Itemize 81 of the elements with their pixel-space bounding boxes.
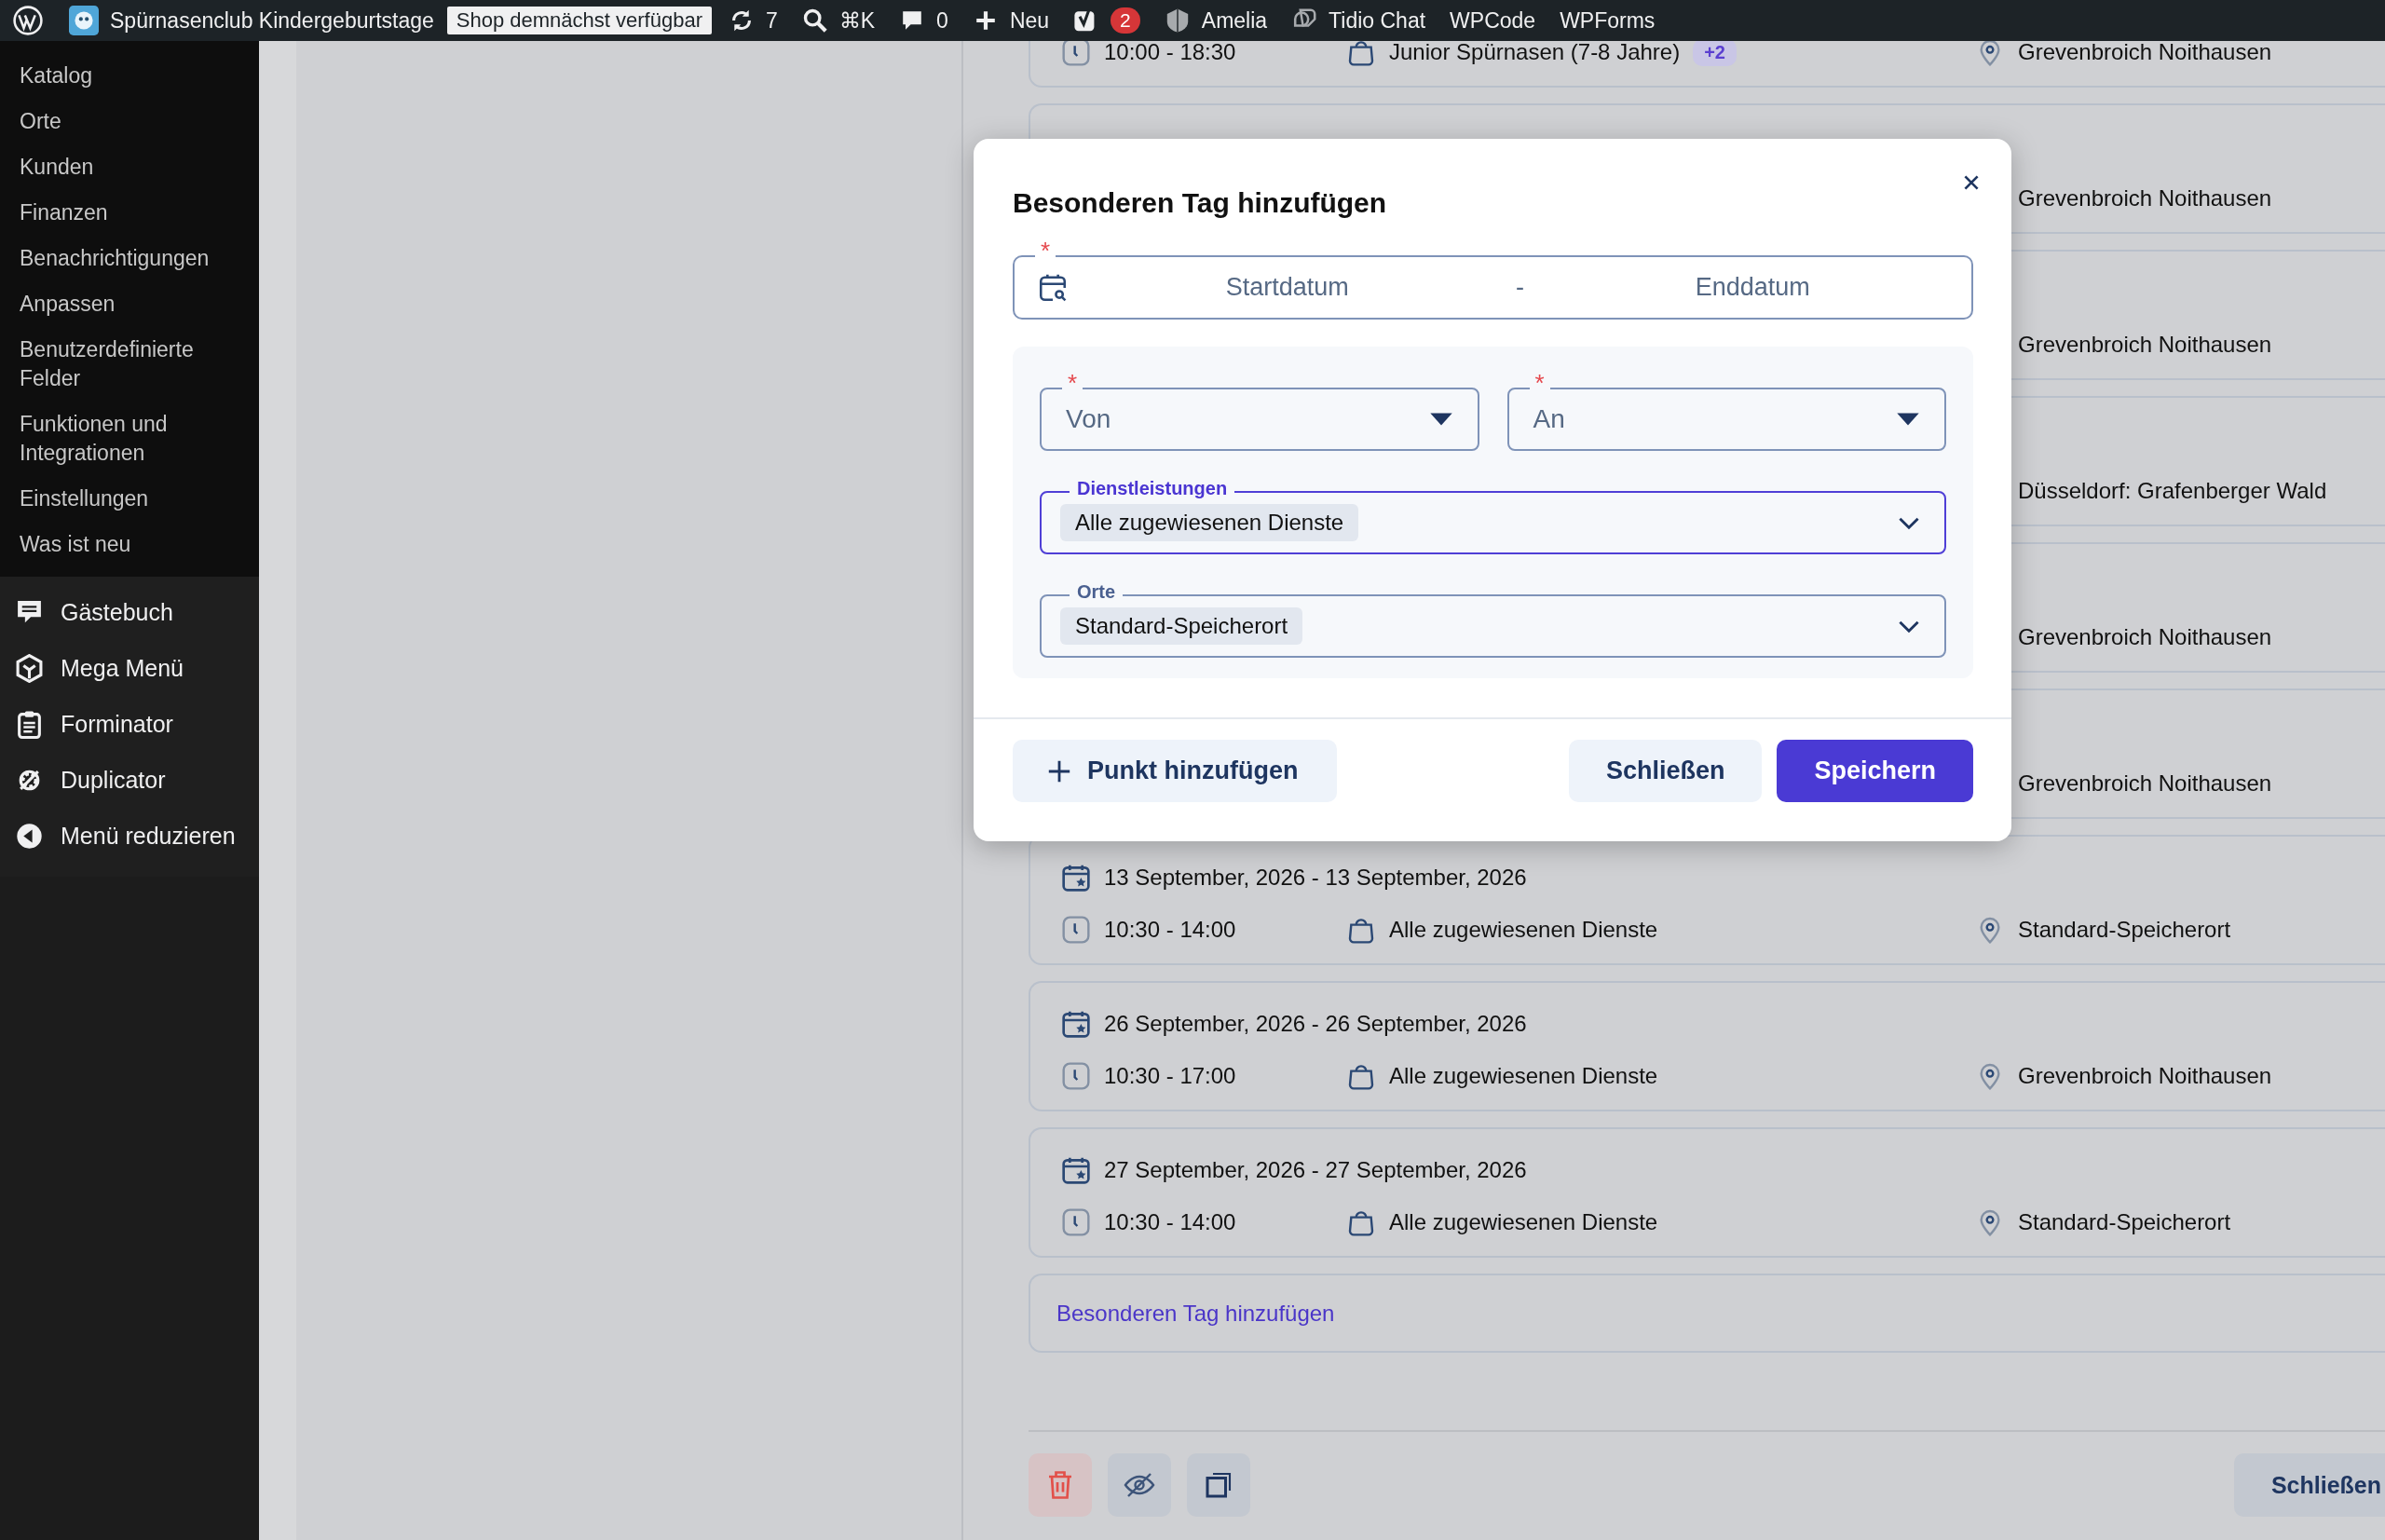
menu-item[interactable]: Menü reduzieren bbox=[0, 808, 259, 864]
yoast-link[interactable]: 2 bbox=[1073, 7, 1140, 34]
bag-icon bbox=[1346, 41, 1376, 67]
calendar-star-icon bbox=[1061, 1009, 1091, 1039]
selected-tag: Standard-Speicherort bbox=[1060, 607, 1303, 645]
submenu-item[interactable]: Was ist neu bbox=[0, 522, 259, 567]
date-separator: - bbox=[1515, 273, 1525, 302]
calendar-star-icon bbox=[1061, 1155, 1091, 1185]
close-button[interactable]: Schließen bbox=[2233, 1453, 2385, 1517]
location-text: Standard-Speicherort bbox=[2018, 917, 2231, 943]
location-text: Grevenbroich Noithausen bbox=[2018, 332, 2272, 358]
location-text: Grevenbroich Noithausen bbox=[2018, 1063, 2272, 1089]
clipboard-icon bbox=[15, 709, 44, 739]
location-text: Grevenbroich Noithausen bbox=[2018, 41, 2272, 65]
submenu-item[interactable]: Benachrichtigungen bbox=[0, 236, 259, 281]
location-text: Grevenbroich Noithausen bbox=[2018, 770, 2272, 797]
time-text: 10:30 - 14:00 bbox=[1104, 1209, 1236, 1235]
clock-icon bbox=[1061, 1207, 1091, 1237]
location-text: Düsseldorf: Grafenberger Wald bbox=[2018, 478, 2327, 504]
submenu-item[interactable]: Anpassen bbox=[0, 281, 259, 327]
more-services-badge: +2 bbox=[1693, 41, 1737, 66]
time-text: 10:30 - 17:00 bbox=[1104, 1063, 1236, 1089]
menu-item[interactable]: Mega Menü bbox=[0, 640, 259, 696]
shop-status-badge: Shop demnächst verfügbar bbox=[446, 7, 712, 34]
admin-bar-link[interactable]: Amelia bbox=[1164, 7, 1268, 34]
submenu-item[interactable]: Katalog bbox=[0, 53, 259, 99]
time-text: 10:30 - 14:00 bbox=[1104, 917, 1236, 943]
search-link[interactable]: ⌘K bbox=[801, 7, 876, 34]
add-special-day-link[interactable]: Besonderen Tag hinzufügen bbox=[1056, 1300, 2385, 1327]
dialog-title: Besonderen Tag hinzufügen bbox=[1013, 187, 1387, 219]
close-button[interactable]: Schließen bbox=[1568, 740, 1763, 802]
service-text: Alle zugewiesenen Dienste bbox=[1389, 917, 1658, 943]
submenu-item[interactable]: Funktionen und Integrationen bbox=[0, 402, 259, 476]
location-text: Standard-Speicherort bbox=[2018, 1209, 2231, 1235]
service-text: Alle zugewiesenen Dienste bbox=[1389, 1063, 1658, 1089]
admin-bar-link[interactable]: WPForms bbox=[1560, 7, 1656, 34]
duplicate-button[interactable] bbox=[1187, 1453, 1250, 1517]
service-text: Alle zugewiesenen Dienste bbox=[1389, 1209, 1658, 1235]
save-button[interactable]: Speichern bbox=[1777, 740, 1973, 802]
clock-icon bbox=[1061, 915, 1091, 945]
location-text: Grevenbroich Noithausen bbox=[2018, 624, 2272, 650]
menu-item[interactable]: Gästebuch bbox=[0, 584, 259, 640]
submenu-item[interactable]: Kunden bbox=[0, 144, 259, 190]
date-range-text: 26 September, 2026 - 26 September, 2026 bbox=[1104, 1011, 1527, 1037]
selected-tag: Alle zugewiesenen Dienste bbox=[1060, 504, 1359, 541]
new-link[interactable]: Neu bbox=[972, 7, 1050, 34]
dropdown-triangle-icon bbox=[1428, 412, 1453, 427]
cube-icon bbox=[15, 653, 44, 683]
site-title-link[interactable]: Spürnasenclub Kindergeburtstage bbox=[69, 6, 434, 35]
time-text: 10:00 - 18:30 bbox=[1104, 41, 1236, 65]
date-range-text: 13 September, 2026 - 13 September, 2026 bbox=[1104, 865, 1527, 891]
hide-button[interactable] bbox=[1108, 1453, 1171, 1517]
start-date-input[interactable]: Startdatum bbox=[1069, 272, 1506, 303]
date-range-field[interactable]: Startdatum - Enddatum bbox=[1013, 255, 1973, 320]
add-item-button[interactable]: Punkt hinzufügen bbox=[1013, 740, 1338, 802]
chevron-down-icon bbox=[1898, 515, 1920, 530]
comments-link[interactable]: 0 bbox=[899, 7, 948, 34]
menu-item[interactable]: Forminator bbox=[0, 696, 259, 752]
submenu-item[interactable]: Einstellungen bbox=[0, 476, 259, 522]
submenu-item[interactable]: Orte bbox=[0, 99, 259, 144]
updates-link[interactable]: 7 bbox=[728, 7, 778, 34]
date-range-text: 27 September, 2026 - 27 September, 2026 bbox=[1104, 1157, 1527, 1183]
menu-item[interactable]: Duplicator bbox=[0, 752, 259, 808]
search-icon bbox=[801, 7, 828, 34]
to-time-select[interactable]: An bbox=[1506, 388, 1946, 451]
chevron-down-icon bbox=[1898, 619, 1920, 634]
calendar-star-icon bbox=[1061, 863, 1091, 893]
from-time-select[interactable]: Von bbox=[1040, 388, 1479, 451]
clock-icon bbox=[1061, 1061, 1091, 1091]
admin-bar-link[interactable]: Tidio Chat bbox=[1291, 7, 1426, 34]
wordpress-logo-icon[interactable] bbox=[13, 6, 43, 35]
submenu-item[interactable]: Finanzen bbox=[0, 190, 259, 236]
end-date-input[interactable]: Enddatum bbox=[1533, 272, 1971, 303]
submenu-item[interactable]: Benutzerdefinierte Felder bbox=[0, 327, 259, 402]
location-text: Grevenbroich Noithausen bbox=[2018, 185, 2272, 211]
site-icon bbox=[69, 6, 99, 35]
notification-count: 2 bbox=[1111, 7, 1140, 34]
service-text: Junior Spürnasen (7-8 Jahre) bbox=[1389, 41, 1681, 65]
admin-bar-link[interactable]: WPCode bbox=[1450, 7, 1536, 34]
dropdown-triangle-icon bbox=[1896, 412, 1920, 427]
clock-icon bbox=[1061, 41, 1091, 67]
